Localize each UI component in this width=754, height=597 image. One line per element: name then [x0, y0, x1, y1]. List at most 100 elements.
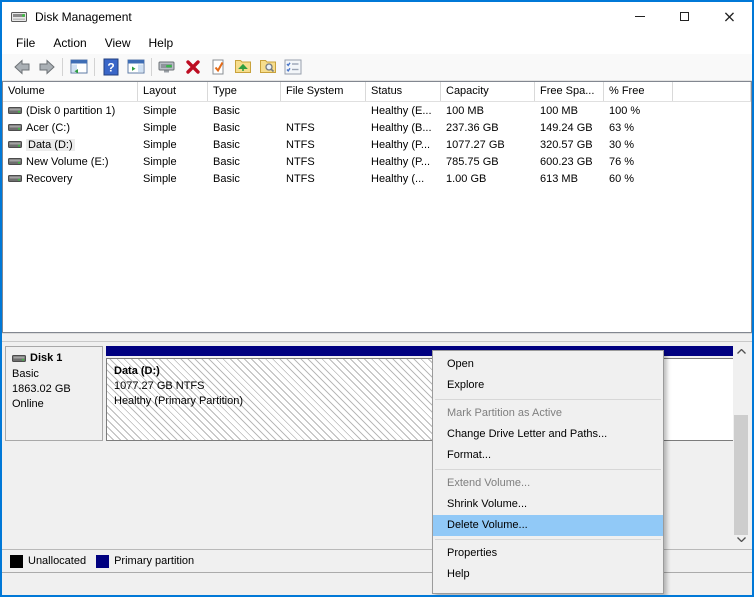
toolbar: ?: [2, 54, 752, 81]
help-button[interactable]: ?: [98, 56, 123, 79]
cell-status: Healthy (P...: [366, 156, 441, 168]
disk-size: 1863.02 GB: [12, 382, 96, 397]
console-tree-icon: [70, 59, 88, 75]
menu-file[interactable]: File: [7, 33, 44, 53]
column-header-layout[interactable]: Layout: [138, 82, 208, 101]
column-header-type[interactable]: Type: [208, 82, 281, 101]
action-pane-button[interactable]: [123, 56, 148, 79]
cell-free: 100 MB: [535, 105, 604, 117]
table-row[interactable]: (Disk 0 partition 1) Simple Basic Health…: [3, 102, 751, 119]
chevron-down-icon: [737, 537, 746, 542]
volume-list: Volume Layout Type File System Status Ca…: [2, 81, 752, 333]
folder-up-icon: [234, 58, 252, 76]
scroll-down-button[interactable]: [733, 531, 749, 547]
display-button[interactable]: [155, 56, 180, 79]
column-header-file-system[interactable]: File System: [281, 82, 366, 101]
folder-search-icon: [259, 58, 277, 76]
cell-layout: Simple: [138, 105, 208, 117]
console-tree-button[interactable]: [66, 56, 91, 79]
cell-capacity: 1.00 GB: [441, 173, 535, 185]
minimize-icon: [635, 16, 645, 17]
cell-capacity: 1077.27 GB: [441, 139, 535, 151]
legend-primary-partition: Primary partition: [96, 555, 194, 568]
cell-status: Healthy (E...: [366, 105, 441, 117]
column-header-filler: [673, 82, 751, 101]
volume-name: Data (D:): [26, 139, 75, 151]
menu-item-open[interactable]: Open: [433, 354, 663, 375]
column-header-free-space[interactable]: Free Spa...: [535, 82, 604, 101]
scrollbar-thumb[interactable]: [734, 415, 748, 535]
close-icon: ×: [723, 9, 736, 25]
primary-partition-strip: [106, 346, 470, 356]
back-button[interactable]: [9, 56, 34, 79]
cell-layout: Simple: [138, 139, 208, 151]
partition-context-menu: Open Explore Mark Partition as Active Ch…: [432, 350, 664, 594]
volume-list-header: Volume Layout Type File System Status Ca…: [3, 82, 751, 102]
column-header-capacity[interactable]: Capacity: [441, 82, 535, 101]
check-document-button[interactable]: [205, 56, 230, 79]
cell-fs: NTFS: [281, 122, 366, 134]
menu-item-change-drive-letter[interactable]: Change Drive Letter and Paths...: [433, 424, 663, 445]
menu-item-explore[interactable]: Explore: [433, 375, 663, 396]
menu-item-delete-volume[interactable]: Delete Volume...: [433, 515, 663, 536]
cell-fs: NTFS: [281, 173, 366, 185]
window-title: Disk Management: [35, 10, 132, 24]
cell-type: Basic: [208, 122, 281, 134]
volume-icon: [8, 140, 22, 149]
menu-item-shrink-volume[interactable]: Shrink Volume...: [433, 494, 663, 515]
maximize-button[interactable]: [662, 2, 707, 31]
volume-name: Recovery: [26, 173, 72, 185]
legend-unallocated: Unallocated: [10, 555, 86, 568]
cell-fs: NTFS: [281, 139, 366, 151]
minimize-button[interactable]: [617, 2, 662, 31]
disk1-label-panel[interactable]: Disk 1 Basic 1863.02 GB Online: [5, 346, 103, 441]
toolbar-separator: [62, 58, 63, 76]
cell-pct-free: 100 %: [604, 105, 673, 117]
table-row[interactable]: Acer (C:) Simple Basic NTFS Healthy (B..…: [3, 119, 751, 136]
window-controls: ×: [617, 2, 752, 31]
toolbar-separator: [151, 58, 152, 76]
menu-separator: [435, 469, 661, 470]
cell-status: Healthy (P...: [366, 139, 441, 151]
menu-item-mark-partition-active: Mark Partition as Active: [433, 403, 663, 424]
cell-pct-free: 60 %: [604, 173, 673, 185]
table-row-selected[interactable]: Data (D:) Simple Basic NTFS Healthy (P..…: [3, 136, 751, 153]
checklist-button[interactable]: [280, 56, 305, 79]
legend-label: Primary partition: [114, 555, 194, 567]
close-button[interactable]: ×: [707, 2, 752, 31]
menu-action[interactable]: Action: [44, 33, 95, 53]
folder-up-button[interactable]: [230, 56, 255, 79]
folder-search-button[interactable]: [255, 56, 280, 79]
cell-layout: Simple: [138, 156, 208, 168]
column-header-volume[interactable]: Volume: [3, 82, 138, 101]
disk-icon: [12, 354, 26, 363]
back-icon: [13, 58, 31, 76]
column-header-pct-free[interactable]: % Free: [604, 82, 673, 101]
table-row[interactable]: Recovery Simple Basic NTFS Healthy (... …: [3, 170, 751, 187]
pane-splitter[interactable]: [2, 333, 752, 342]
cell-free: 149.24 GB: [535, 122, 604, 134]
legend-label: Unallocated: [28, 555, 86, 567]
unallocated-swatch: [10, 555, 23, 568]
svg-text:?: ?: [107, 61, 114, 75]
cell-free: 320.57 GB: [535, 139, 604, 151]
forward-icon: [38, 58, 56, 76]
delete-button[interactable]: [180, 56, 205, 79]
disk-management-window: Disk Management × File Action View Help …: [0, 0, 754, 597]
menu-help[interactable]: Help: [140, 33, 183, 53]
menu-view[interactable]: View: [96, 33, 140, 53]
check-document-icon: [210, 58, 226, 76]
help-icon: ?: [103, 58, 119, 76]
partition-data-d[interactable]: Data (D:) 1077.27 GB NTFS Healthy (Prima…: [106, 346, 470, 441]
menu-item-properties[interactable]: Properties: [433, 543, 663, 564]
pane-scrollbar[interactable]: [733, 343, 749, 547]
menu-item-help[interactable]: Help: [433, 564, 663, 585]
scroll-up-button[interactable]: [733, 343, 749, 359]
table-row[interactable]: New Volume (E:) Simple Basic NTFS Health…: [3, 153, 751, 170]
menu-item-format[interactable]: Format...: [433, 445, 663, 466]
column-header-status[interactable]: Status: [366, 82, 441, 101]
partition-size: 1077.27 GB NTFS: [114, 379, 469, 394]
cell-fs: NTFS: [281, 156, 366, 168]
menu-separator: [435, 399, 661, 400]
forward-button[interactable]: [34, 56, 59, 79]
